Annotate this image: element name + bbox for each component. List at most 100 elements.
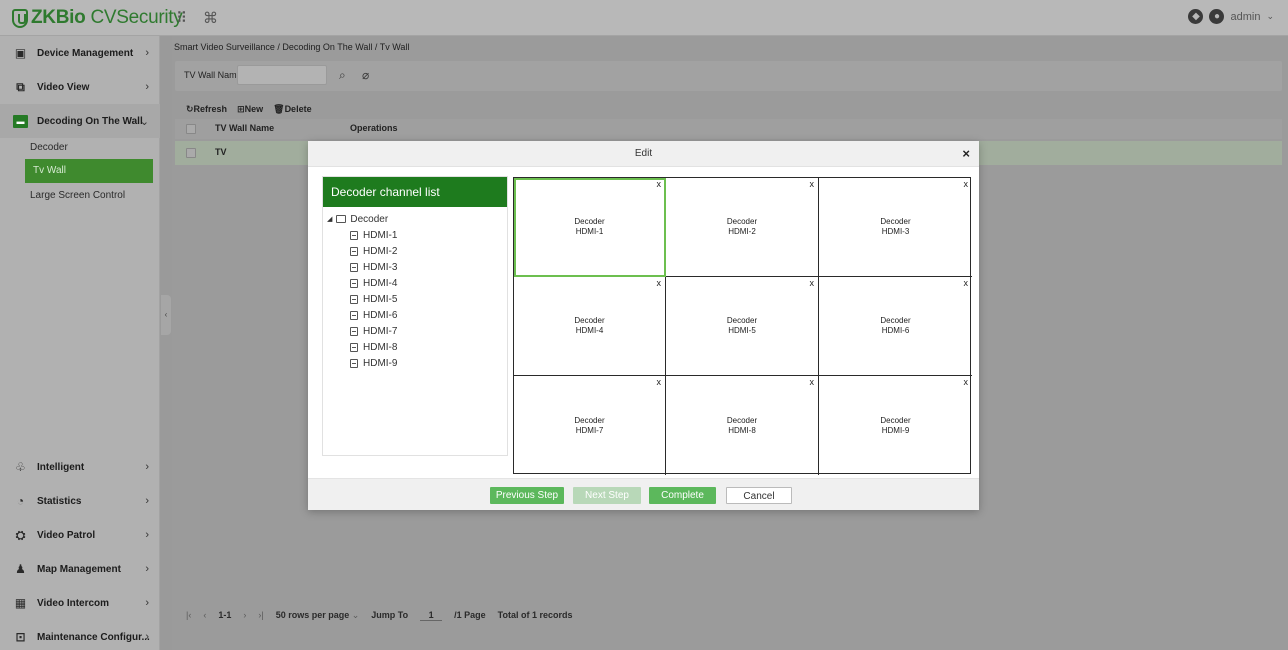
- sidebar-item-video-view[interactable]: ⧉ Video View ›: [0, 70, 160, 104]
- column-header: Operations: [350, 123, 398, 133]
- shield-logo-icon: [12, 8, 28, 28]
- remove-cell-icon[interactable]: x: [810, 377, 815, 387]
- chevron-down-icon[interactable]: ⌄: [1266, 11, 1274, 22]
- toolbar: ↻Refresh ⊞New 🗑Delete: [186, 104, 312, 115]
- remove-cell-icon[interactable]: x: [810, 179, 815, 189]
- sidebar: ▣ Device Management › ⧉ Video View › ▬ D…: [0, 36, 160, 650]
- top-bar: ZKBio CVSecurity ⠿ ⌘ ◆ ● admin ⌄: [0, 0, 1288, 36]
- last-page-icon[interactable]: ›|: [258, 610, 263, 621]
- sidebar-item-label: Intelligent: [37, 461, 85, 473]
- wall-cell[interactable]: x Decoder HDMI-5: [666, 277, 819, 376]
- row-checkbox[interactable]: [186, 148, 196, 158]
- previous-step-button[interactable]: Previous Step: [490, 487, 564, 504]
- logo[interactable]: ZKBio CVSecurity: [12, 7, 183, 29]
- sidebar-item-intelligent[interactable]: ♧ Intelligent ›: [0, 450, 160, 484]
- wall-cell[interactable]: x Decoder HDMI-7: [514, 376, 666, 475]
- delete-button[interactable]: 🗑Delete: [273, 104, 311, 115]
- command-icon[interactable]: ⌘: [203, 9, 218, 27]
- wall-cell[interactable]: x Decoder HDMI-4: [514, 277, 666, 376]
- user-avatar-icon[interactable]: ●: [1209, 9, 1225, 24]
- collapse-triangle-icon[interactable]: ◢: [327, 215, 332, 223]
- sidebar-item-statistics[interactable]: ◔ Statistics ›: [0, 484, 160, 518]
- dialog-title: Edit: [634, 148, 653, 159]
- sidebar-item-label: Video View: [37, 81, 90, 93]
- sidebar-subitem-decoder[interactable]: Decoder: [30, 142, 68, 153]
- remove-cell-icon[interactable]: x: [964, 179, 969, 189]
- chevron-right-icon: ›: [145, 597, 149, 609]
- next-step-button[interactable]: Next Step: [573, 487, 641, 504]
- clear-filter-icon[interactable]: ⌀: [362, 68, 369, 82]
- tree-node-hdmi-3[interactable]: HDMI-3: [327, 259, 397, 275]
- monitor-icon: ▬: [13, 114, 28, 128]
- patrol-icon: ⛭: [15, 527, 26, 542]
- sidebar-item-label: Video Intercom: [37, 597, 110, 609]
- tree-node-hdmi-9[interactable]: HDMI-9: [327, 355, 397, 371]
- sidebar-item-video-intercom[interactable]: ▦ Video Intercom ›: [0, 586, 160, 620]
- tree-node-hdmi-1[interactable]: HDMI-1: [327, 227, 397, 243]
- wall-cell[interactable]: x Decoder HDMI-1: [514, 178, 666, 277]
- close-icon[interactable]: ×: [962, 141, 970, 167]
- prev-page-icon[interactable]: ‹: [203, 610, 206, 621]
- sidebar-item-video-patrol[interactable]: ⛭ Video Patrol ›: [0, 518, 160, 552]
- user-name[interactable]: admin: [1230, 11, 1260, 23]
- select-all-checkbox[interactable]: [186, 124, 196, 134]
- chevron-right-icon: ›: [145, 529, 149, 541]
- logo-text: ZKBio: [31, 7, 86, 28]
- tree-node-hdmi-7[interactable]: HDMI-7: [327, 323, 397, 339]
- chevron-right-icon: ›: [145, 461, 149, 473]
- chevron-right-icon: ›: [145, 81, 149, 93]
- tree-node-hdmi-6[interactable]: HDMI-6: [327, 307, 397, 323]
- breadcrumb: Smart Video Surveillance / Decoding On T…: [174, 42, 410, 52]
- first-page-icon[interactable]: |‹: [186, 610, 191, 621]
- wall-cell[interactable]: x Decoder HDMI-9: [819, 376, 972, 475]
- sidebar-item-map-management[interactable]: ♟ Map Management ›: [0, 552, 160, 586]
- device-icon: ▣: [14, 46, 27, 60]
- tree-node-hdmi-2[interactable]: HDMI-2: [327, 243, 397, 259]
- jump-to-label: Jump To: [371, 610, 409, 620]
- tv-wall-name-input[interactable]: [237, 65, 327, 85]
- trash-icon: 🗑: [273, 104, 285, 114]
- wall-cell[interactable]: x Decoder HDMI-8: [666, 376, 819, 475]
- complete-button[interactable]: Complete: [649, 487, 716, 504]
- tree-node-hdmi-4[interactable]: HDMI-4: [327, 275, 397, 291]
- page-range: 1-1: [218, 610, 232, 620]
- remove-cell-icon[interactable]: x: [657, 278, 662, 288]
- apps-grid-icon[interactable]: ⠿: [176, 9, 187, 27]
- channel-icon: [350, 230, 358, 240]
- compass-icon[interactable]: ◆: [1188, 9, 1204, 24]
- wall-cell[interactable]: x Decoder HDMI-3: [819, 178, 972, 277]
- next-page-icon[interactable]: ›: [243, 610, 246, 621]
- remove-cell-icon[interactable]: x: [810, 278, 815, 288]
- sidebar-item-device-management[interactable]: ▣ Device Management ›: [0, 36, 160, 70]
- remove-cell-icon[interactable]: x: [964, 377, 969, 387]
- channel-icon: [350, 262, 358, 272]
- tree-node-hdmi-8[interactable]: HDMI-8: [327, 339, 397, 355]
- page-number-input[interactable]: 1: [420, 610, 443, 621]
- search-icon[interactable]: ⌕: [339, 68, 346, 83]
- logo-product: CVSecurity: [90, 7, 183, 28]
- sidebar-subitem-large-screen-control[interactable]: Large Screen Control: [30, 190, 125, 201]
- tree-root-decoder[interactable]: ◢ Decoder: [327, 211, 397, 227]
- user-area: ◆ ● admin ⌄: [1188, 9, 1274, 24]
- column-header[interactable]: TV Wall Name: [215, 123, 274, 133]
- channel-icon: [350, 294, 358, 304]
- sidebar-item-label: Decoding On The Wall: [37, 115, 143, 127]
- tv-wall-grid: x Decoder HDMI-1 x Decoder HDMI-2 x Decoder HD…: [513, 177, 972, 475]
- sidebar-subitem-tv-wall[interactable]: Tv Wall: [25, 159, 153, 183]
- sidebar-collapse-handle[interactable]: ‹: [161, 295, 171, 335]
- cancel-button[interactable]: Cancel: [726, 487, 792, 504]
- wall-cell[interactable]: x Decoder HDMI-6: [819, 277, 972, 376]
- tree-node-hdmi-5[interactable]: HDMI-5: [327, 291, 397, 307]
- refresh-button[interactable]: ↻Refresh: [186, 104, 227, 115]
- rows-per-page-select[interactable]: 50 rows per page ⌄: [276, 610, 360, 621]
- remove-cell-icon[interactable]: x: [657, 179, 662, 189]
- intercom-icon: ▦: [14, 596, 27, 610]
- wall-cell[interactable]: x Decoder HDMI-2: [666, 178, 819, 277]
- new-button[interactable]: ⊞New: [237, 104, 263, 115]
- sidebar-item-maintenance-configuration[interactable]: ⊡ Maintenance Configur... ›: [0, 620, 160, 650]
- chevron-right-icon: ›: [145, 563, 149, 575]
- chevron-right-icon: ›: [145, 47, 149, 59]
- remove-cell-icon[interactable]: x: [657, 377, 662, 387]
- sidebar-item-decoding-on-the-wall[interactable]: ▬ Decoding On The Wall ⌄: [0, 104, 160, 138]
- remove-cell-icon[interactable]: x: [964, 278, 969, 288]
